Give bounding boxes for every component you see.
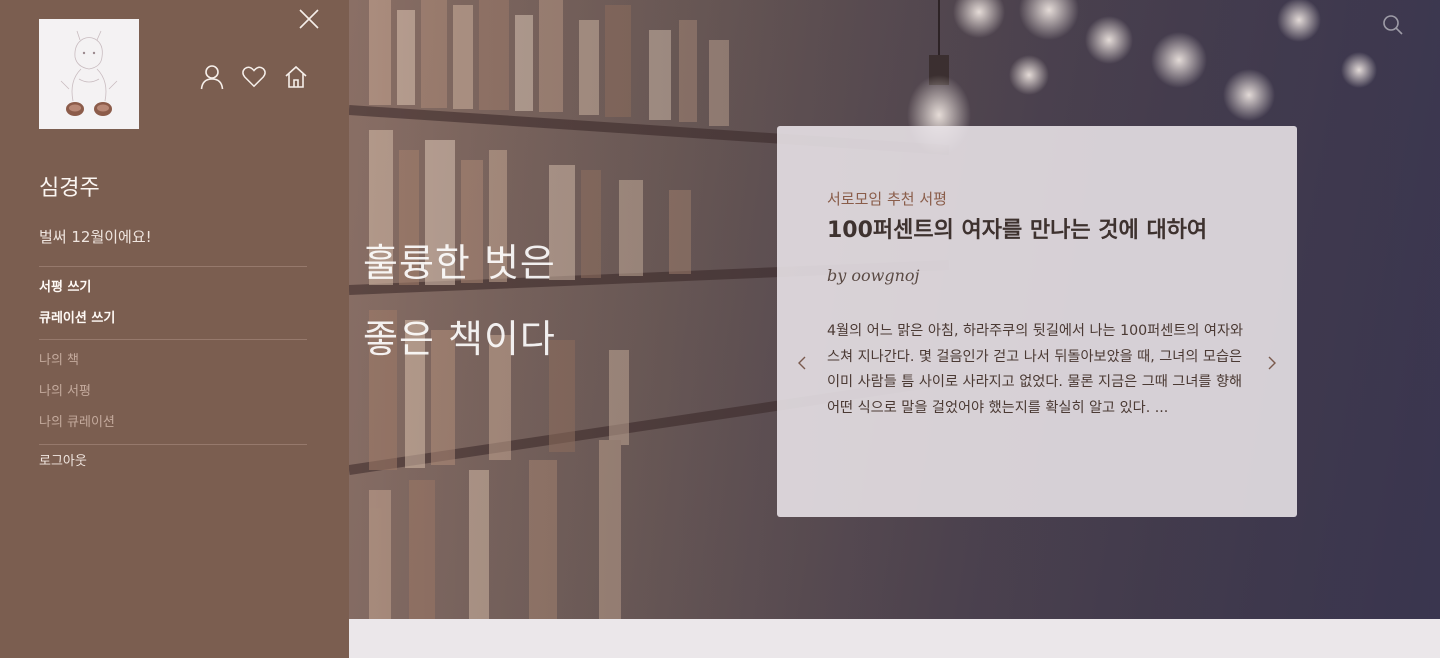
chevron-left-icon[interactable]	[795, 354, 809, 372]
search-icon[interactable]	[1382, 14, 1404, 36]
divider	[39, 339, 307, 340]
hero-quote-line: 훌륭한 벗은	[363, 241, 556, 285]
heart-icon[interactable]	[242, 64, 266, 90]
divider	[39, 444, 307, 445]
review-card[interactable]: 서로모임 추천 서평 100퍼센트의 여자를 만나는 것에 대하여 by oow…	[777, 126, 1297, 517]
sidebar: 심경주 벌써 12월이에요! 서평 쓰기 큐레이션 쓰기 나의 책 나의 서평 …	[0, 0, 349, 658]
review-title[interactable]: 100퍼센트의 여자를 만나는 것에 대하여	[827, 212, 1207, 244]
hero-quote: 훌륭한 벗은 좋은 책이다	[363, 225, 556, 377]
menu-item-my-curations[interactable]: 나의 큐레이션	[39, 407, 115, 438]
review-category: 서로모임 추천 서평	[827, 190, 947, 208]
menu-item-my-books[interactable]: 나의 책	[39, 345, 115, 376]
sidebar-top-icons	[200, 64, 308, 90]
user-icon[interactable]	[200, 64, 224, 90]
chevron-right-icon[interactable]	[1265, 354, 1279, 372]
menu-item-my-reviews[interactable]: 나의 서평	[39, 376, 115, 407]
logout-menu: 로그아웃	[39, 446, 87, 477]
review-author: by oowgnoj	[827, 266, 920, 285]
greeting-message: 벌써 12월이에요!	[39, 228, 152, 246]
primary-menu: 서평 쓰기 큐레이션 쓰기	[39, 272, 115, 334]
home-icon[interactable]	[284, 64, 308, 90]
hero-banner: 훌륭한 벗은 좋은 책이다 서로모임 추천 서평 100퍼센트의 여자를 만나는…	[349, 0, 1440, 619]
close-icon[interactable]	[298, 8, 320, 30]
hero-quote-line: 좋은 책이다	[363, 317, 556, 361]
avatar[interactable]	[39, 19, 139, 129]
review-excerpt: 4월의 어느 맑은 아침, 하라주쿠의 뒷길에서 나는 100퍼센트의 여자와 …	[827, 323, 1244, 416]
menu-item-write-review[interactable]: 서평 쓰기	[39, 272, 115, 303]
menu-item-write-curation[interactable]: 큐레이션 쓰기	[39, 303, 115, 334]
secondary-menu: 나의 책 나의 서평 나의 큐레이션	[39, 345, 115, 438]
content-area	[349, 619, 1440, 658]
logout-link[interactable]: 로그아웃	[39, 446, 87, 477]
user-name: 심경주	[39, 176, 100, 201]
divider	[39, 266, 307, 267]
